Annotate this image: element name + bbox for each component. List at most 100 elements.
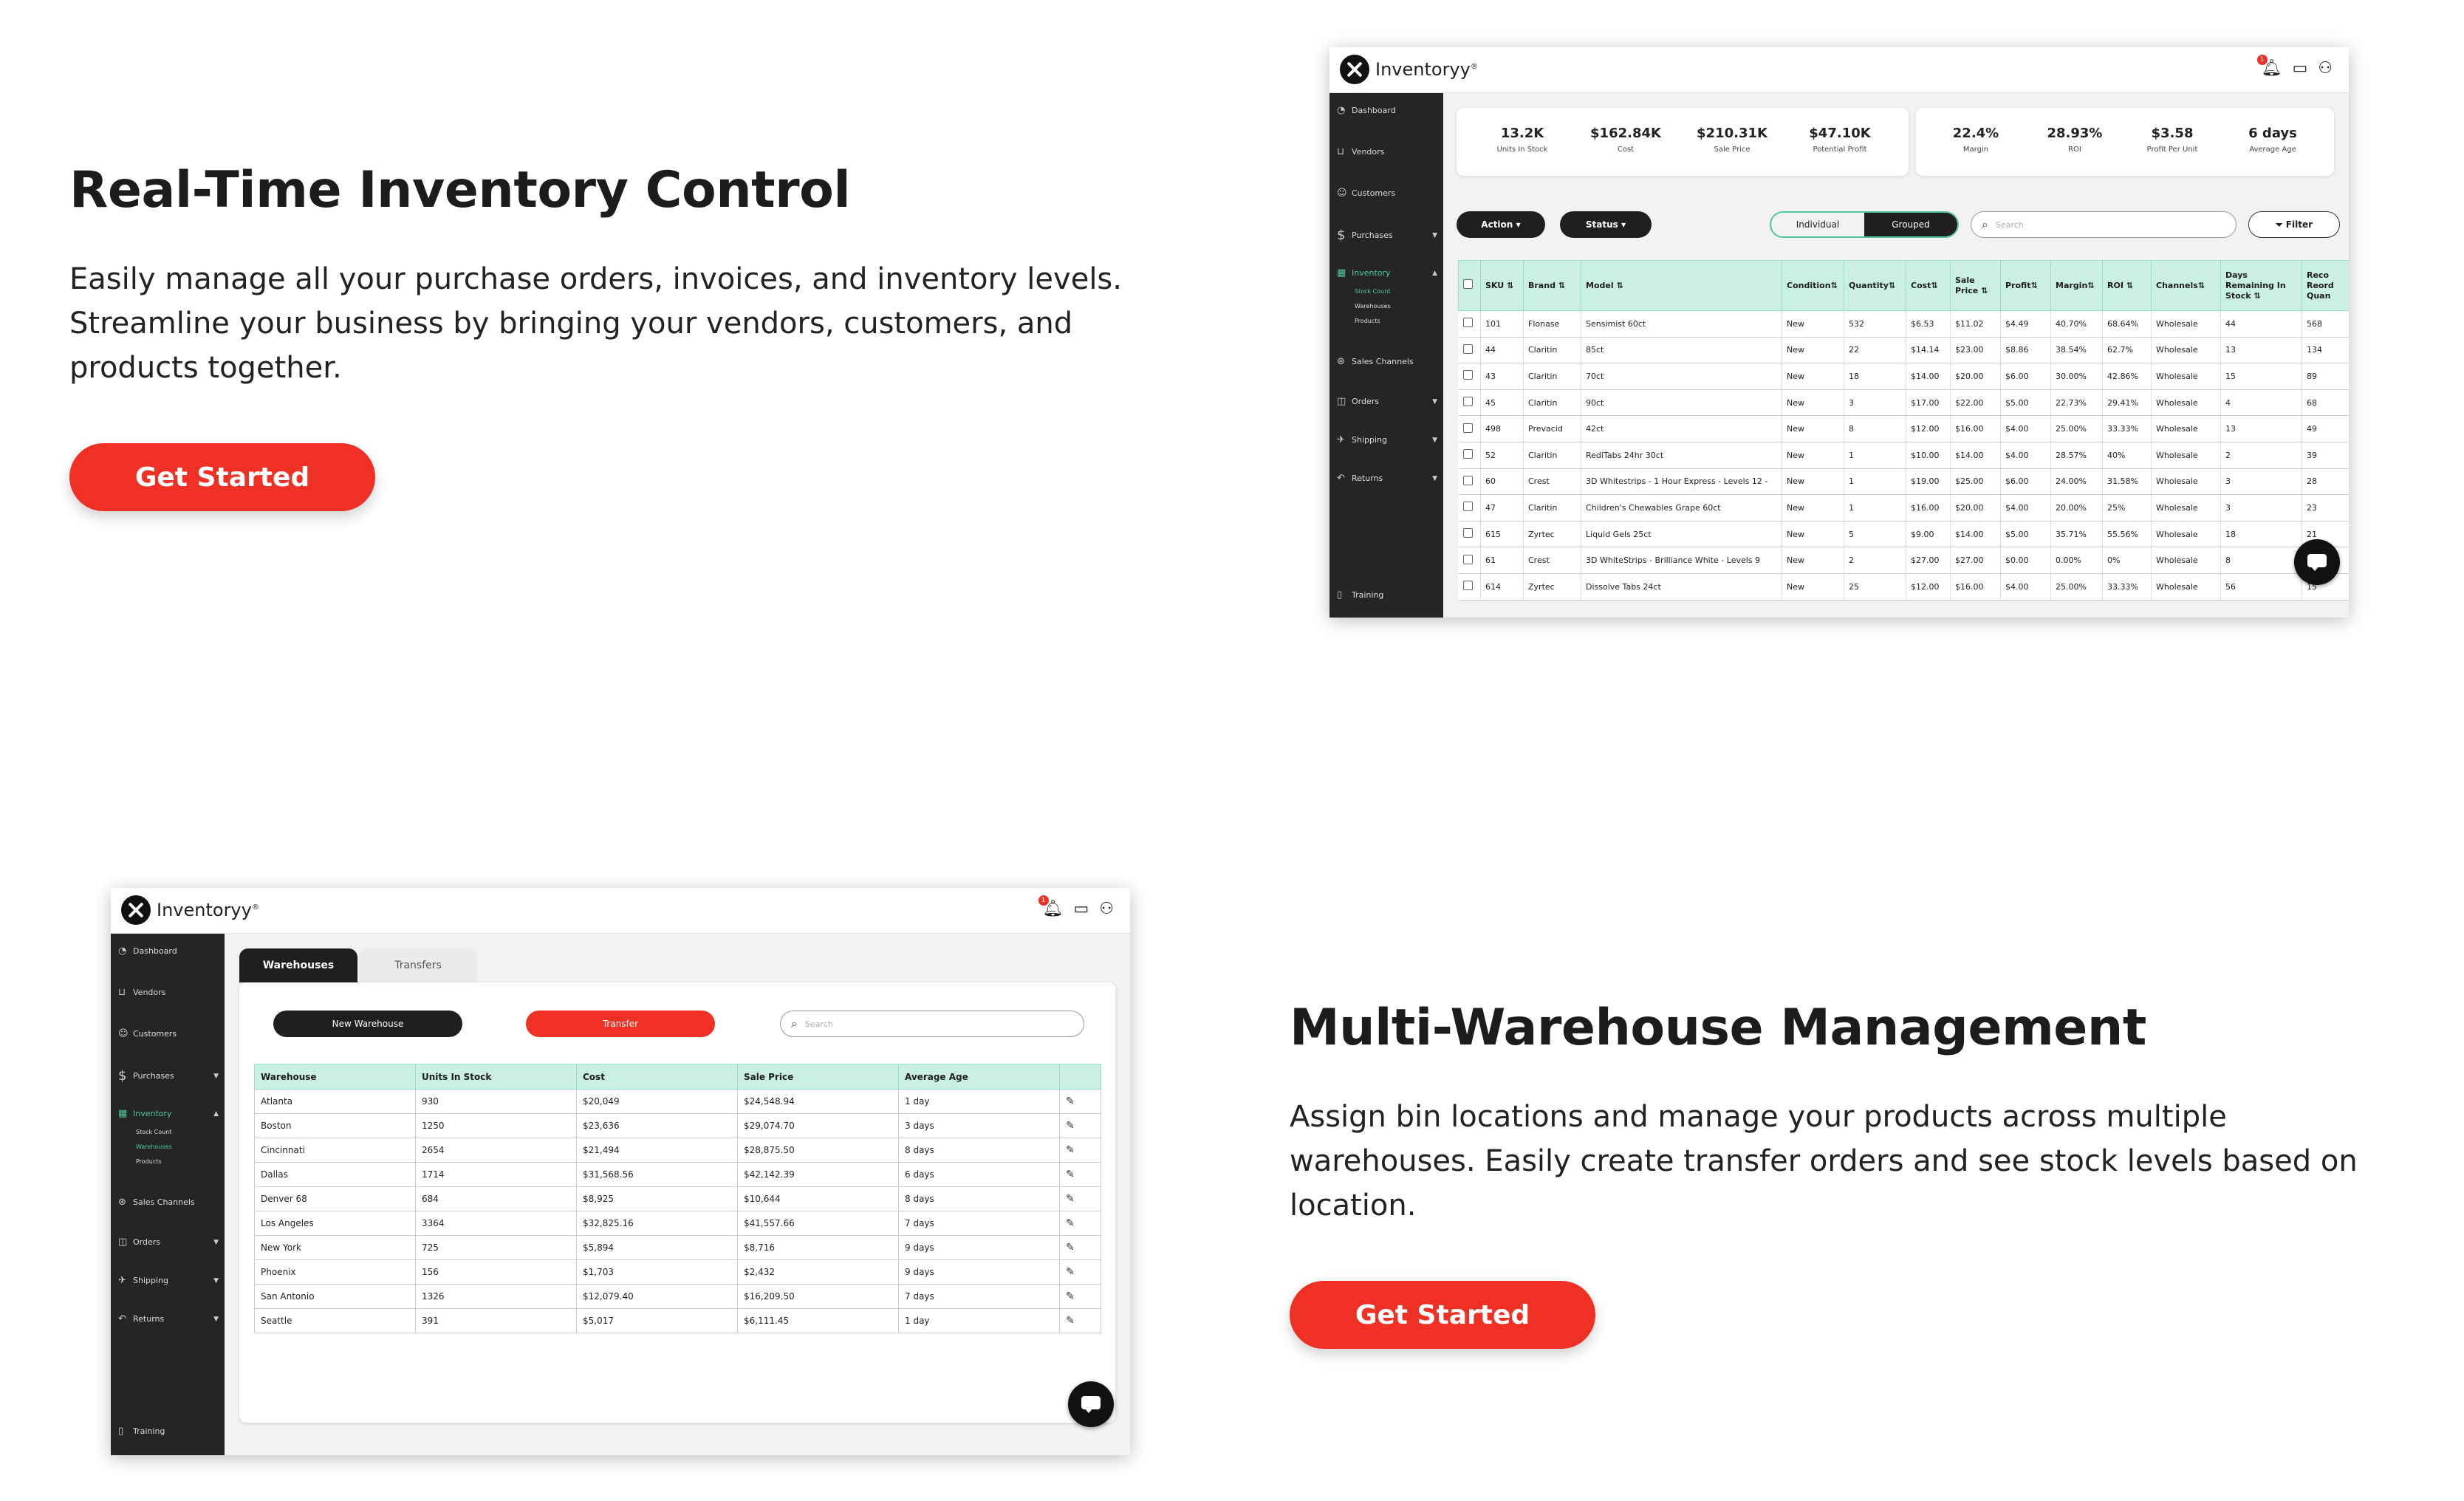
table-row[interactable]: 498 Prevacid 42ct New 8 $12.00 $16.00 $4.00 25.0… (1458, 415, 2349, 442)
row-checkbox[interactable] (1458, 547, 1481, 574)
tab-warehouses[interactable]: Warehouses (239, 948, 357, 982)
sidebar-item-customers[interactable]: ☺ Customers (118, 1028, 222, 1039)
edit-icon[interactable]: ✎ (1059, 1138, 1101, 1163)
select-all-checkbox[interactable] (1458, 260, 1481, 311)
table-row[interactable]: Cincinnati 2654 $21,494 $28,875.50 8 days ✎ (254, 1138, 1101, 1163)
table-row[interactable]: 47 Claritin Children's Chewables Grape 60c… (1458, 494, 2349, 522)
table-row[interactable]: Atlanta 930 $20,049 $24,548.94 1 day ✎ (254, 1089, 1101, 1114)
sidebar-item-inventory[interactable]: ▦ Inventory ▲ (118, 1108, 222, 1119)
sidebar-item-vendors[interactable]: ⊔ Vendors (1337, 146, 1440, 157)
search-input[interactable]: ⌕ Search (1971, 211, 2237, 238)
bell-icon[interactable]: 🔔︎ 1 (1038, 895, 1063, 918)
table-row[interactable]: Phoenix 156 $1,703 $2,432 9 days ✎ (254, 1259, 1101, 1285)
table-row[interactable]: 44 Claritin 85ct New 22 $14.14 $23.00 $8.86 38.5… (1458, 337, 2349, 364)
table-row[interactable]: Seattle 391 $5,017 $6,111.45 1 day ✎ (254, 1308, 1101, 1333)
sidebar-sub-warehouses[interactable]: Warehouses (136, 1143, 172, 1150)
column-header[interactable]: SKU ⇅ (1480, 260, 1524, 311)
row-checkbox[interactable] (1458, 521, 1481, 548)
column-header[interactable]: Condition⇅ (1782, 260, 1844, 311)
row-checkbox[interactable] (1458, 573, 1481, 601)
chat-bubble-icon[interactable] (2294, 539, 2340, 585)
row-checkbox[interactable] (1458, 337, 1481, 364)
column-header[interactable]: ROI ⇅ (2102, 260, 2152, 311)
edit-icon[interactable]: ✎ (1059, 1186, 1101, 1211)
sidebar-item-inventory[interactable]: ▦ Inventory ▲ (1337, 267, 1440, 278)
sidebar-item-dashboard[interactable]: ◔ Dashboard (1337, 105, 1440, 116)
get-started-button[interactable]: Get Started (1290, 1281, 1595, 1349)
table-row[interactable]: 615 Zyrtec Liquid Gels 25ct New 5 $9.00 $14.00… (1458, 521, 2349, 548)
table-row[interactable]: San Antonio 1326 $12,079.40 $16,209.50 7 day… (254, 1284, 1101, 1309)
table-row[interactable]: 101 Flonase Sensimist 60ct New 532 $6.53 $11.0… (1458, 310, 2349, 338)
row-checkbox[interactable] (1458, 468, 1481, 496)
tab-transfers[interactable]: Transfers (359, 948, 477, 982)
table-row[interactable]: Los Angeles 3364 $32,825.16 $41,557.66 7 day… (254, 1211, 1101, 1236)
column-header[interactable]: Quantity⇅ (1844, 260, 1906, 311)
sidebar-item-training[interactable]: ▯ Training (118, 1426, 222, 1437)
table-row[interactable]: 43 Claritin 70ct New 18 $14.00 $20.00 $6.00 30.0… (1458, 363, 2349, 390)
edit-icon[interactable]: ✎ (1059, 1162, 1101, 1187)
column-header[interactable]: Cost⇅ (1906, 260, 1951, 311)
transfer-button[interactable]: Transfer (526, 1011, 715, 1037)
edit-icon[interactable]: ✎ (1059, 1235, 1101, 1260)
sidebar-item-sales-channels[interactable]: ⊛ Sales Channels (118, 1197, 222, 1208)
column-header[interactable]: Sale Price ⇅ (1950, 260, 2001, 311)
search-input[interactable]: ⌕ Search (780, 1011, 1084, 1037)
sidebar-item-orders[interactable]: ◫ Orders ▼ (1337, 396, 1440, 407)
sidebar-item-shipping[interactable]: ✈ Shipping ▼ (118, 1275, 222, 1286)
table-row[interactable]: 45 Claritin 90ct New 3 $17.00 $22.00 $5.00 22.73… (1458, 389, 2349, 417)
user-icon[interactable]: ⚇ (2318, 59, 2333, 78)
filter-button[interactable]: ⏷ Filter (2248, 211, 2340, 238)
toggle-individual[interactable]: Individual (1771, 213, 1864, 236)
table-row[interactable]: 614 Zyrtec Dissolve Tabs 24ct New 25 $12.00 $1… (1458, 573, 2349, 601)
sidebar-item-purchases[interactable]: $ Purchases ▼ (1337, 228, 1440, 243)
edit-icon[interactable]: ✎ (1059, 1259, 1101, 1285)
sidebar-item-shipping[interactable]: ✈ Shipping ▼ (1337, 434, 1440, 445)
sidebar-item-orders[interactable]: ◫ Orders ▼ (118, 1237, 222, 1248)
column-header[interactable]: Model ⇅ (1581, 260, 1782, 311)
sidebar-item-sales-channels[interactable]: ⊛ Sales Channels (1337, 356, 1440, 367)
table-row[interactable]: 52 Claritin RediTabs 24hr 30ct New 1 $10.00 $1… (1458, 442, 2349, 469)
row-checkbox[interactable] (1458, 389, 1481, 417)
chat-icon[interactable]: ▭ (1073, 900, 1089, 918)
table-row[interactable]: 61 Crest 3D WhiteStrips - Brilliance White… (1458, 547, 2349, 574)
sidebar-item-returns[interactable]: ↶ Returns ▼ (1337, 473, 1440, 484)
column-header[interactable]: Margin⇅ (2050, 260, 2103, 311)
action-dropdown[interactable]: Action ▼ (1457, 211, 1545, 238)
sidebar-sub-stock-count[interactable]: Stock Count (1355, 288, 1390, 295)
row-checkbox[interactable] (1458, 494, 1481, 522)
edit-icon[interactable]: ✎ (1059, 1308, 1101, 1333)
sidebar-item-dashboard[interactable]: ◔ Dashboard (118, 946, 222, 957)
status-dropdown[interactable]: Status ▼ (1560, 211, 1652, 238)
sidebar-item-purchases[interactable]: $ Purchases ▼ (118, 1068, 222, 1084)
sidebar-item-customers[interactable]: ☺ Customers (1337, 188, 1440, 199)
bell-icon[interactable]: 🔔︎ 1 (2256, 55, 2282, 78)
sidebar-sub-products[interactable]: Products (136, 1158, 162, 1165)
table-row[interactable]: Dallas 1714 $31,568.56 $42,142.39 6 days ✎ (254, 1162, 1101, 1187)
sidebar-sub-stock-count[interactable]: Stock Count (136, 1129, 171, 1135)
chat-icon[interactable]: ▭ (2292, 59, 2307, 78)
row-checkbox[interactable] (1458, 442, 1481, 469)
table-row[interactable]: Boston 1250 $23,636 $29,074.70 3 days ✎ (254, 1113, 1101, 1138)
sidebar-item-training[interactable]: ▯ Training (1337, 589, 1440, 601)
sidebar-item-vendors[interactable]: ⊔ Vendors (118, 987, 222, 998)
row-checkbox[interactable] (1458, 415, 1481, 442)
new-warehouse-button[interactable]: New Warehouse (273, 1011, 462, 1037)
sidebar-item-returns[interactable]: ↶ Returns ▼ (118, 1313, 222, 1324)
sidebar-sub-warehouses[interactable]: Warehouses (1355, 303, 1391, 310)
edit-icon[interactable]: ✎ (1059, 1113, 1101, 1138)
table-row[interactable]: 60 Crest 3D Whitestrips - 1 Hour Express -… (1458, 468, 2349, 496)
column-header[interactable]: Days Remaining In Stock ⇅ (2220, 260, 2302, 311)
edit-icon[interactable]: ✎ (1059, 1284, 1101, 1309)
edit-icon[interactable]: ✎ (1059, 1211, 1101, 1236)
column-header[interactable]: Reco Reord Quan (2302, 260, 2349, 311)
table-row[interactable]: New York 725 $5,894 $8,716 9 days ✎ (254, 1235, 1101, 1260)
column-header[interactable]: Channels⇅ (2151, 260, 2221, 311)
sidebar-sub-products[interactable]: Products (1355, 318, 1380, 324)
toggle-grouped[interactable]: Grouped (1864, 213, 1957, 236)
user-icon[interactable]: ⚇ (1099, 900, 1114, 918)
table-row[interactable]: Denver 68 684 $8,925 $10,644 8 days ✎ (254, 1186, 1101, 1211)
row-checkbox[interactable] (1458, 310, 1481, 338)
row-checkbox[interactable] (1458, 363, 1481, 390)
column-header[interactable]: Profit⇅ (2000, 260, 2051, 311)
get-started-button[interactable]: Get Started (69, 443, 375, 511)
